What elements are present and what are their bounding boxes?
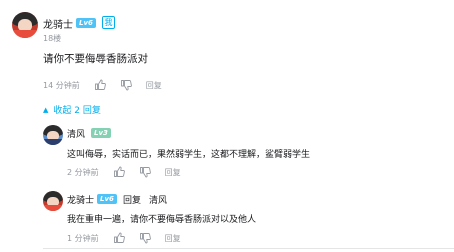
level-badge: Lv6: [76, 18, 96, 28]
comment-actions: 14 分钟前 回复: [43, 79, 162, 91]
reply-username[interactable]: 龙骑士: [67, 193, 94, 206]
floor-number: 18楼: [43, 34, 62, 43]
comment-text: 请你不要侮辱香肠派对: [43, 53, 148, 65]
like-icon[interactable]: [113, 232, 125, 244]
username[interactable]: 龙骑士: [43, 16, 73, 31]
reply-to-word: 回复: [123, 196, 142, 206]
dislike-icon[interactable]: [120, 79, 132, 91]
avatar[interactable]: [12, 12, 38, 38]
collapse-replies-button[interactable]: ▲ 收起 2 回复: [43, 103, 101, 117]
avatar[interactable]: [43, 191, 63, 211]
reply-button[interactable]: 回复: [165, 233, 181, 244]
reply-target-username[interactable]: 清风: [149, 193, 167, 206]
level-badge: Lv3: [91, 128, 111, 138]
divider: [43, 248, 454, 249]
collapse-label: 收起 2 回复: [53, 106, 101, 116]
reply-button[interactable]: 回复: [165, 167, 181, 178]
reply-time: 2 分钟前: [67, 167, 99, 177]
reply-button[interactable]: 回复: [146, 80, 162, 91]
level-badge: Lv6: [97, 194, 117, 204]
reply-actions: 1 分钟前 回复: [67, 232, 181, 244]
dislike-icon[interactable]: [139, 166, 151, 178]
like-icon[interactable]: [113, 166, 125, 178]
chevron-up-icon: ▲: [43, 105, 49, 114]
like-icon[interactable]: [94, 79, 106, 91]
reply-text: 我在重申一遍，请你不要侮辱香肠派对以及他人: [67, 215, 257, 225]
dislike-icon[interactable]: [139, 232, 151, 244]
reply-text: 这叫侮辱，实话而已，果然弱学生，这都不理解，鲨臂弱学生: [67, 150, 311, 160]
comment-time: 14 分钟前: [43, 80, 80, 90]
reply-time: 1 分钟前: [67, 233, 99, 243]
avatar[interactable]: [43, 125, 63, 145]
reply-username[interactable]: 清风: [67, 127, 85, 140]
reply-actions: 2 分钟前 回复: [67, 166, 181, 178]
me-badge: 我: [102, 16, 115, 29]
